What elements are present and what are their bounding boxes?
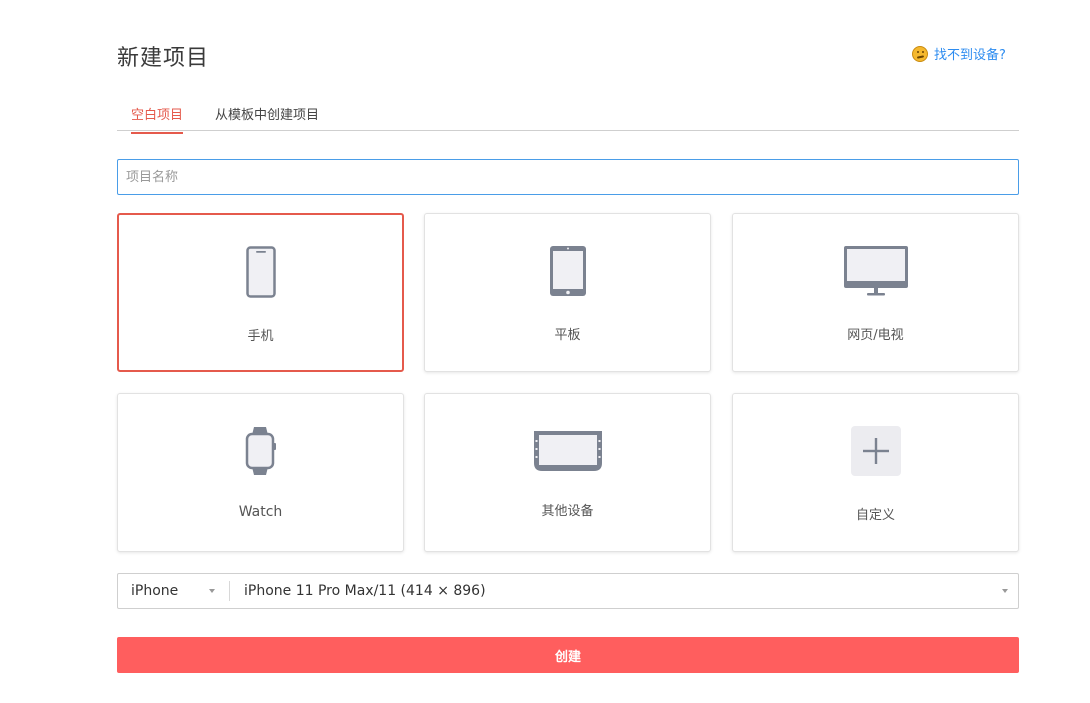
device-card-phone[interactable]: 手机 — [117, 213, 404, 372]
device-card-web-tv[interactable]: 网页/电视 — [732, 213, 1019, 372]
device-size-select-group: iPhone iPhone 11 Pro Max/11 (414 × 896) — [117, 573, 1019, 609]
device-card-label: Watch — [238, 504, 283, 520]
device-model-select[interactable]: iPhone 11 Pro Max/11 (414 × 896) — [230, 574, 1018, 608]
watch-icon — [118, 425, 403, 477]
phone-icon — [119, 246, 402, 298]
device-card-label: 其他设备 — [541, 504, 594, 519]
device-card-label: 自定义 — [855, 508, 895, 523]
device-type-select[interactable]: iPhone — [118, 574, 229, 608]
page-title: 新建项目 — [117, 46, 210, 71]
project-name-input[interactable] — [117, 159, 1019, 195]
device-card-tablet[interactable]: 平板 — [424, 213, 711, 372]
device-model-value: iPhone 11 Pro Max/11 (414 × 896) — [244, 583, 486, 599]
device-type-value: iPhone — [131, 583, 179, 599]
confused-emoji-icon — [912, 45, 928, 62]
other-device-icon — [425, 430, 710, 472]
cant-find-device-link[interactable]: 找不到设备? — [912, 44, 1006, 63]
create-button[interactable]: 创建 — [117, 637, 1019, 673]
device-card-label: 手机 — [247, 329, 274, 344]
device-card-custom[interactable]: 自定义 — [732, 393, 1019, 552]
tab-bar: 空白项目 从模板中创建项目 — [117, 96, 1019, 134]
device-card-other[interactable]: 其他设备 — [424, 393, 711, 552]
tab-from-template[interactable]: 从模板中创建项目 — [215, 104, 319, 132]
tablet-icon — [425, 245, 710, 297]
device-card-watch[interactable]: Watch — [117, 393, 404, 552]
chevron-down-icon — [209, 589, 215, 593]
chevron-down-icon — [1002, 589, 1008, 593]
device-card-label: 平板 — [554, 328, 581, 343]
plus-icon — [733, 426, 1018, 476]
cant-find-device-label: 找不到设备? — [934, 48, 1006, 63]
tab-blank-project[interactable]: 空白项目 — [131, 104, 184, 134]
monitor-icon — [733, 245, 1018, 297]
device-card-label: 网页/电视 — [847, 328, 904, 343]
